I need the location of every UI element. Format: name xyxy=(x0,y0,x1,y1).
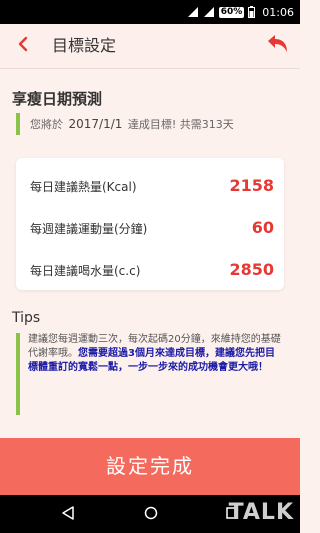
undo-button[interactable] xyxy=(262,30,292,62)
reco-value: 2158 xyxy=(229,176,274,195)
app-bar: 目標設定 xyxy=(0,24,300,69)
target-suffix: 達成目標! 共需313天 xyxy=(127,118,234,131)
target-date: 2017/1/1 xyxy=(68,117,123,131)
page-title: 目標設定 xyxy=(52,36,117,55)
prediction-heading: 享瘦日期預測 xyxy=(12,90,103,108)
battery-percent: 60% xyxy=(218,6,245,18)
done-button[interactable]: 設定完成 xyxy=(0,438,300,495)
undo-arrow-icon xyxy=(266,35,288,57)
target-date-line: 您將於 2017/1/1 達成目標! 共需313天 xyxy=(16,113,286,135)
reco-value: 60 xyxy=(251,218,274,237)
watermark-logo: TALK xyxy=(228,500,294,525)
reco-value: 2850 xyxy=(229,260,274,279)
back-button[interactable] xyxy=(8,30,38,62)
chevron-left-icon xyxy=(18,36,28,56)
reco-row-exercise: 每週建議運動量(分鐘) 60 xyxy=(30,216,274,240)
reco-label: 每週建議運動量(分鐘) xyxy=(30,222,148,236)
signal-icon xyxy=(187,6,199,18)
tips-text: 建議您每週運動三次，每次起碼20分鐘，來維持您的基礎代謝率哦。您需要超過3個月來… xyxy=(16,333,282,415)
clock: 01:06 xyxy=(262,5,294,19)
recommendation-card: 每日建議熱量(Kcal) 2158 每週建議運動量(分鐘) 60 每日建議喝水量… xyxy=(16,158,284,290)
circle-home-icon xyxy=(144,505,158,524)
reco-label: 每日建議熱量(Kcal) xyxy=(30,180,137,194)
nav-home-button[interactable] xyxy=(141,504,161,524)
reco-label: 每日建議喝水量(c.c) xyxy=(30,264,141,278)
network-signal-icon xyxy=(203,6,215,18)
status-icons: 60% 01:06 xyxy=(187,0,294,24)
reco-row-calories: 每日建議熱量(Kcal) 2158 xyxy=(30,174,274,198)
triangle-back-icon xyxy=(61,505,75,524)
reco-row-water: 每日建議喝水量(c.c) 2850 xyxy=(30,258,274,282)
status-bar: 60% 01:06 xyxy=(0,0,300,24)
battery-icon xyxy=(248,6,256,18)
tips-heading: Tips xyxy=(12,310,41,326)
nav-back-button[interactable] xyxy=(58,504,78,524)
target-prefix: 您將於 xyxy=(30,118,63,131)
